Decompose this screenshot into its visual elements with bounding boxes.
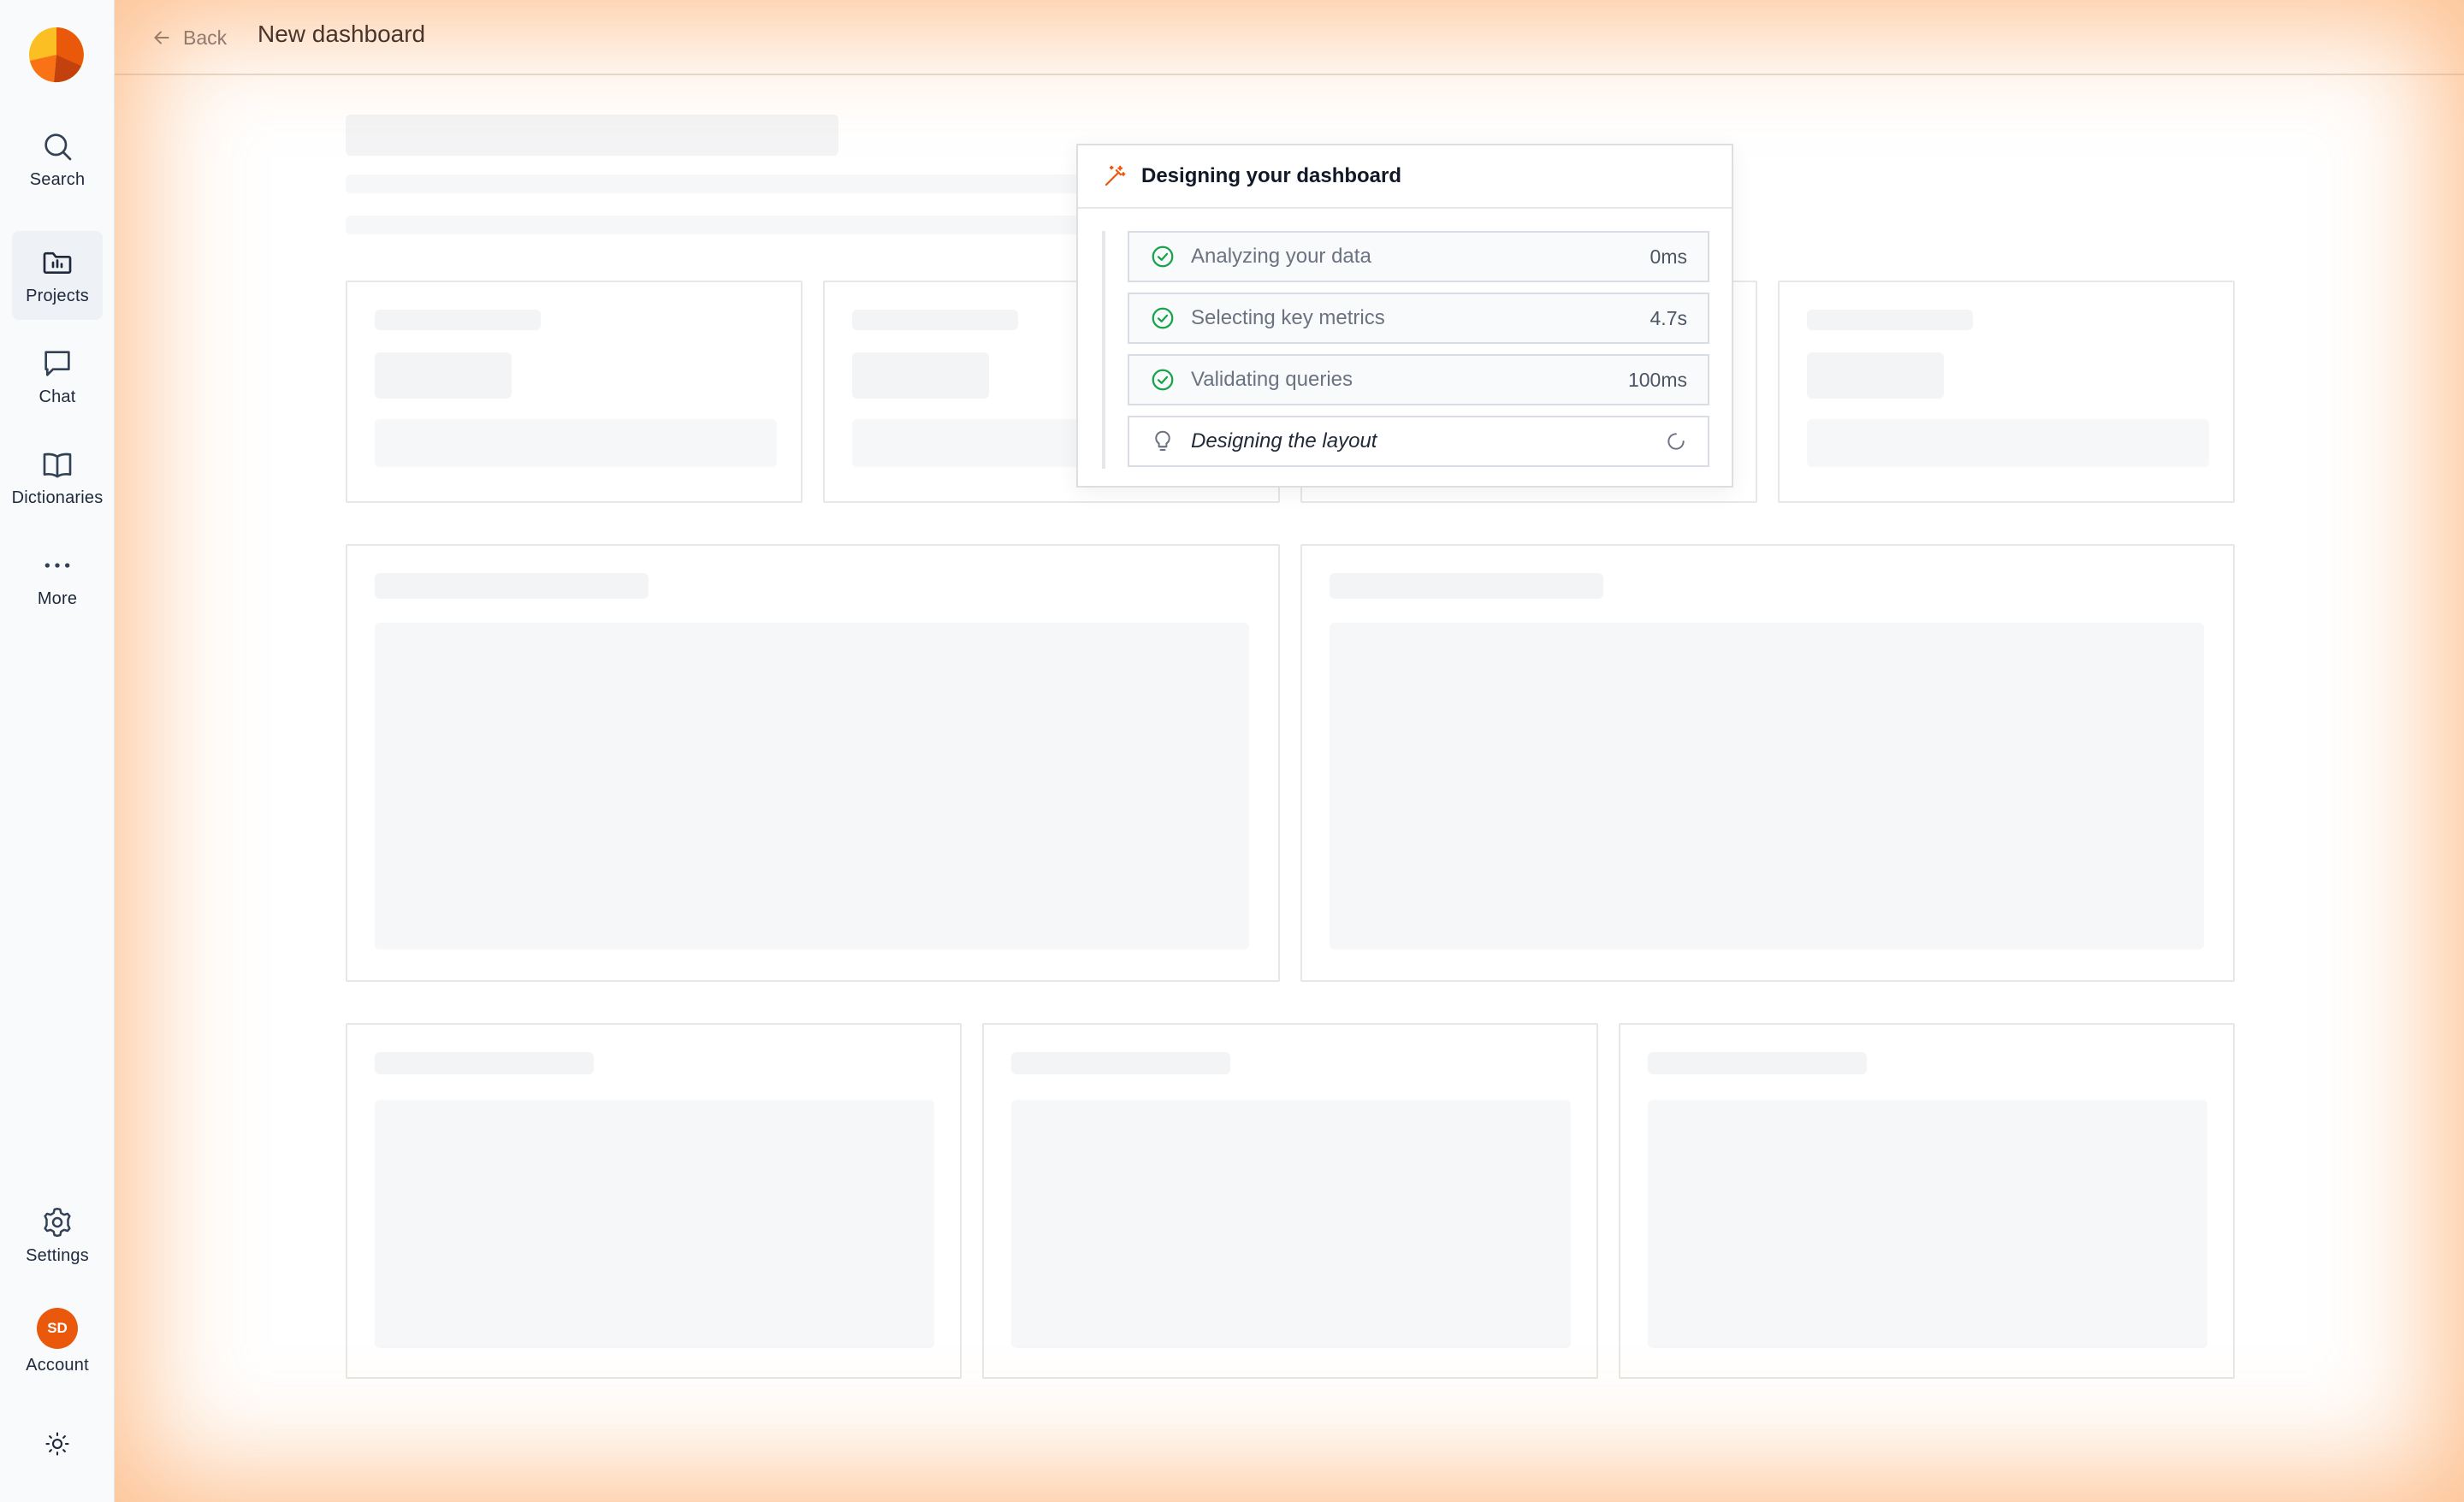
skeleton-chart-card — [346, 544, 1280, 982]
dialog-title: Designing your dashboard — [1141, 164, 1402, 187]
step-label: Validating queries — [1191, 368, 1353, 391]
sidebar-item-label: Settings — [26, 1245, 89, 1265]
skeleton-line — [1330, 573, 1603, 599]
skeleton-line — [1011, 1052, 1230, 1074]
sidebar-item-label: Chat — [38, 387, 76, 406]
skeleton-chart-card — [1300, 544, 2235, 982]
sidebar-item-projects[interactable]: Projects — [12, 231, 103, 320]
dialog-header: Designing your dashboard — [1078, 145, 1732, 209]
step-label: Analyzing your data — [1191, 245, 1371, 268]
skeleton-card — [1619, 1023, 2235, 1379]
skeleton-value — [852, 352, 989, 399]
skeleton-card — [982, 1023, 1598, 1379]
sidebar-item-label: More — [37, 588, 78, 608]
theme-toggle-button[interactable] — [12, 1403, 103, 1485]
lightbulb-icon — [1155, 430, 1170, 451]
skeleton-line — [1807, 419, 2209, 467]
step-time: 4.7s — [1650, 306, 1687, 329]
step-label: Designing the layout — [1191, 429, 1377, 452]
page-title: New dashboard — [258, 21, 426, 47]
magic-wand-icon — [1105, 165, 1126, 186]
check-circle-icon — [1152, 369, 1174, 391]
back-button[interactable]: Back — [151, 22, 227, 53]
avatar: SD — [37, 1307, 78, 1349]
skeleton-line — [1648, 1052, 1867, 1074]
skeleton-card — [346, 281, 803, 503]
skeleton-line — [375, 573, 649, 599]
skeleton-title — [346, 115, 838, 156]
arrow-left-icon — [154, 31, 169, 44]
sidebar-item-label: Dictionaries — [11, 488, 104, 507]
book-open-icon — [43, 452, 72, 477]
search-icon — [44, 133, 72, 160]
main-content: Back New dashboard Designing your dashbo… — [115, 0, 2464, 1502]
skeleton-chart — [375, 623, 1249, 949]
sidebar-item-chat[interactable]: Chat — [12, 332, 103, 421]
step-row: Selecting key metrics 4.7s — [1128, 293, 1709, 344]
skeleton-chart — [1330, 623, 2204, 949]
step-time: 0ms — [1650, 245, 1687, 268]
app-logo[interactable] — [28, 27, 85, 83]
sidebar: Search Projects Chat Dictionaries More S… — [0, 0, 115, 1502]
sidebar-item-label: Account — [26, 1355, 89, 1375]
sun-icon — [45, 1432, 69, 1456]
sidebar-item-settings[interactable]: Settings — [12, 1191, 103, 1280]
skeleton-card — [346, 1023, 962, 1379]
check-circle-icon — [1152, 307, 1174, 329]
step-label: Selecting key metrics — [1191, 306, 1385, 329]
skeleton-chart — [1648, 1100, 2207, 1348]
skeleton-value — [1807, 352, 1944, 399]
progress-dialog: Designing your dashboard Analyzing your … — [1076, 144, 1733, 488]
skeleton-card — [1778, 281, 2235, 503]
skeleton-line — [346, 216, 1116, 234]
step-time: 100ms — [1627, 368, 1687, 391]
timeline-rail — [1102, 231, 1105, 469]
step-row: Validating queries 100ms — [1128, 354, 1709, 405]
skeleton-line — [852, 310, 1018, 330]
step-row-current: Designing the layout — [1128, 416, 1709, 467]
skeleton-line — [375, 1052, 594, 1074]
skeleton-line — [375, 310, 541, 330]
skeleton-chart — [375, 1100, 934, 1348]
back-label: Back — [183, 26, 228, 49]
gear-icon — [44, 1207, 71, 1237]
folder-chart-icon — [43, 251, 72, 274]
step-row: Analyzing your data 0ms — [1128, 231, 1709, 282]
spinner-icon — [1667, 433, 1685, 450]
top-bar: Back New dashboard — [115, 0, 2464, 75]
sidebar-item-label: Search — [29, 169, 86, 189]
skeleton-value — [375, 352, 512, 399]
skeleton-line — [1807, 310, 1973, 330]
skeleton-line — [375, 419, 777, 467]
sidebar-item-account[interactable]: SD Account — [12, 1297, 103, 1386]
check-circle-icon — [1152, 245, 1174, 268]
skeleton-chart — [1011, 1100, 1571, 1348]
more-dots-icon — [44, 562, 70, 568]
sidebar-item-label: Projects — [26, 286, 89, 305]
sidebar-item-more[interactable]: More — [12, 534, 103, 623]
chat-bubble-icon — [44, 350, 70, 376]
sidebar-item-dictionaries[interactable]: Dictionaries — [12, 433, 103, 522]
sidebar-item-search[interactable]: Search — [12, 115, 103, 204]
